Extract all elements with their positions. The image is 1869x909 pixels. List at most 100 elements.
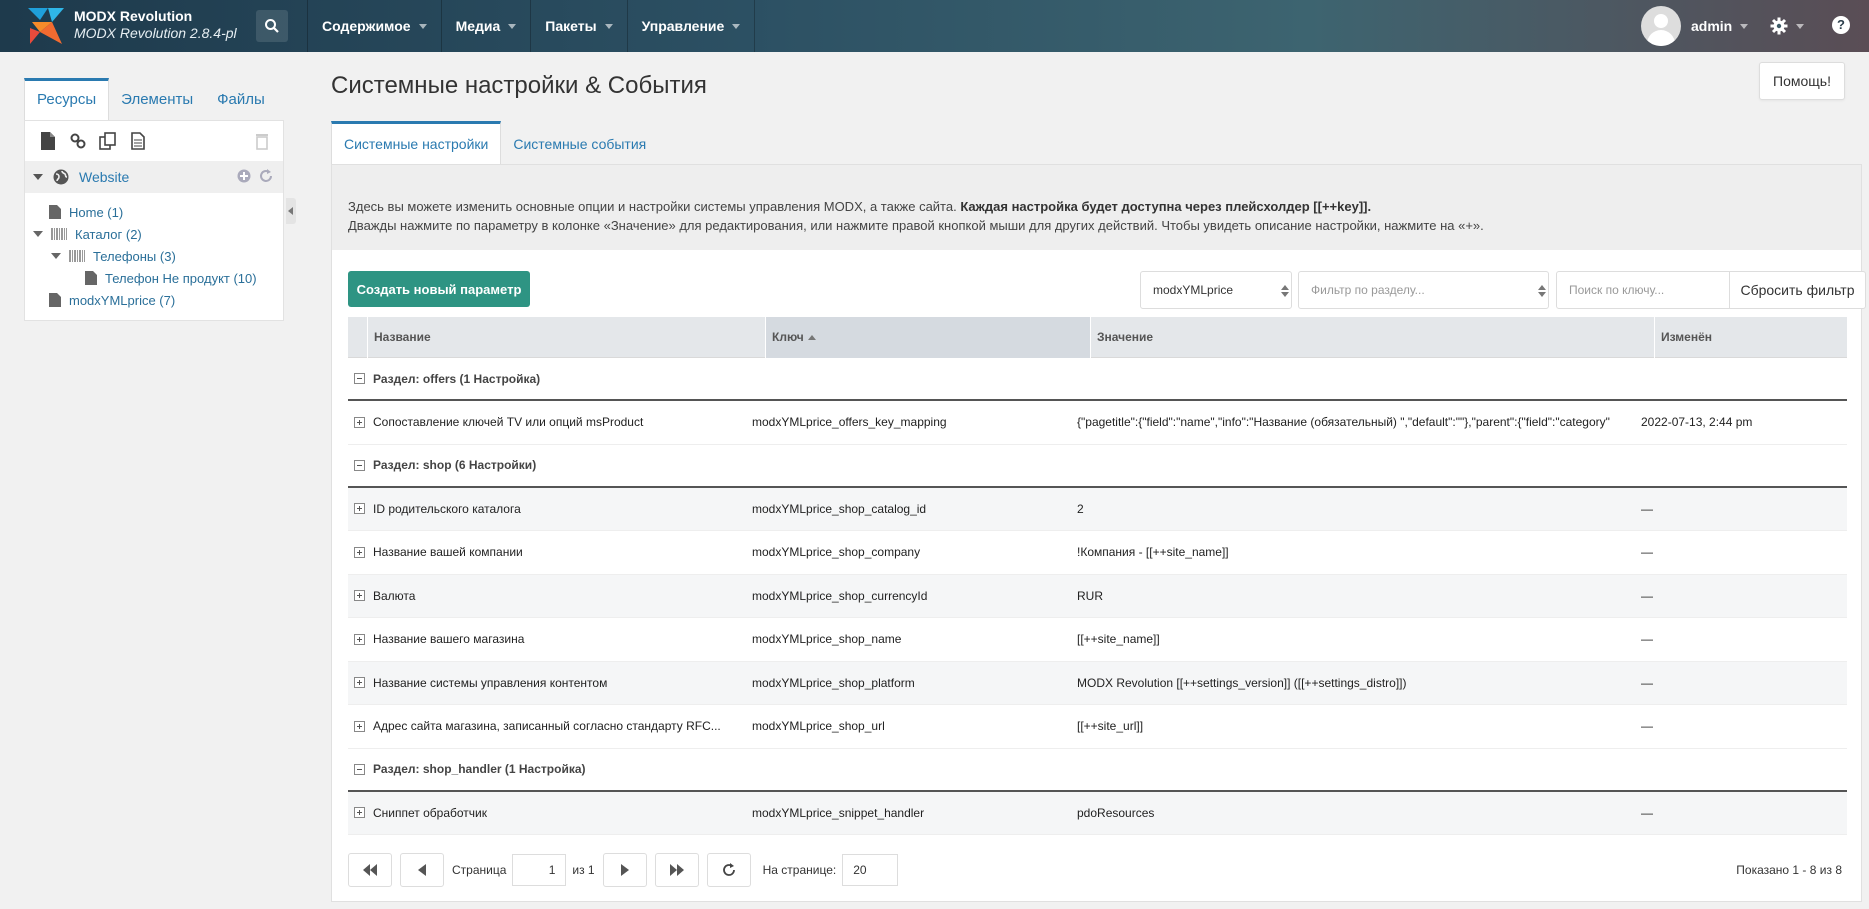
table-row[interactable]: Название системы управления контентом mo… xyxy=(348,661,1847,705)
collapse-icon[interactable] xyxy=(354,459,365,471)
resource-tree-panel: Ресурсы Элементы Файлы Website Home (1) … xyxy=(24,78,296,321)
refresh-icon[interactable] xyxy=(259,169,273,183)
next-page-button[interactable] xyxy=(602,853,647,887)
search-button[interactable] xyxy=(256,10,288,42)
new-document-icon[interactable] xyxy=(39,131,57,151)
expand-icon[interactable] xyxy=(354,416,365,428)
cell-name-text: Название вашей компании xyxy=(373,545,523,560)
modx-logo[interactable] xyxy=(26,6,66,46)
first-page-button[interactable] xyxy=(348,853,392,887)
namespace-select[interactable]: modxYMLprice xyxy=(1140,271,1292,309)
top-bar: MODX Revolution MODX Revolution 2.8.4-pl… xyxy=(0,0,1869,52)
cell-value[interactable]: {"pagetitle":{"field":"name","info":"Наз… xyxy=(1071,415,1635,429)
column-value[interactable]: Значение xyxy=(1091,317,1655,358)
tree-node-catalog[interactable]: Каталог (2) xyxy=(25,223,283,245)
expand-icon[interactable] xyxy=(354,590,365,602)
tab-resources[interactable]: Ресурсы xyxy=(24,78,110,120)
page-number-input[interactable]: 1 xyxy=(512,854,567,886)
group-header-offers[interactable]: Раздел: offers (1 Настройка) xyxy=(348,358,1847,401)
namespace-value: modxYMLprice xyxy=(1153,283,1234,297)
cell-edited: — xyxy=(1641,719,1653,734)
nav-manage[interactable]: Управление xyxy=(626,0,756,52)
document-icon xyxy=(85,271,97,285)
cell-value[interactable]: 2 xyxy=(1071,502,1635,516)
expand-icon[interactable] xyxy=(354,633,365,645)
cell-key: modxYMLprice_shop_currencyId xyxy=(752,588,928,603)
cell-name: Название системы управления контентом xyxy=(348,676,746,690)
table-row[interactable]: Сопоставление ключей TV или опций msProd… xyxy=(348,401,1847,445)
expand-icon[interactable] xyxy=(354,546,365,558)
last-page-button[interactable] xyxy=(654,853,699,887)
category-barcode-icon xyxy=(69,250,85,262)
cell-edited: — xyxy=(1641,545,1653,560)
cell-name-text: ID родительского каталога xyxy=(373,501,521,516)
group-header-shop[interactable]: Раздел: shop (6 Настройки) xyxy=(348,444,1847,488)
area-filter-select[interactable]: Фильтр по разделу... xyxy=(1298,271,1549,309)
column-name[interactable]: Название xyxy=(368,317,766,358)
cell-value[interactable]: RUR xyxy=(1071,589,1635,603)
tree-node-modxymlprice[interactable]: modxYMLprice (7) xyxy=(25,289,283,311)
expand-icon[interactable] xyxy=(354,807,365,819)
main-nav: Содержимое Медиа Пакеты Управление xyxy=(307,0,756,52)
weblink-icon[interactable] xyxy=(69,131,87,151)
chevron-down-icon xyxy=(418,23,427,29)
expand-arrow-icon[interactable] xyxy=(33,231,43,237)
cell-value[interactable]: !Компания - [[++site_name]] xyxy=(1071,545,1635,559)
collapse-sidebar-handle[interactable] xyxy=(286,198,296,224)
add-icon[interactable] xyxy=(237,169,251,183)
symlink-icon[interactable] xyxy=(99,131,117,151)
collapse-icon[interactable] xyxy=(354,763,365,775)
chevron-down-icon xyxy=(508,23,517,29)
key-search-input[interactable]: Поиск по ключу... xyxy=(1556,271,1730,309)
static-resource-icon[interactable] xyxy=(129,131,147,151)
expand-icon[interactable] xyxy=(354,503,365,515)
cell-value[interactable]: MODX Revolution [[++settings_version]] (… xyxy=(1071,676,1635,690)
tree-body: Website Home (1) Каталог (2) Телефоны (3… xyxy=(24,120,284,321)
column-edited[interactable]: Изменён xyxy=(1655,317,1847,358)
group-header-shop-handler[interactable]: Раздел: shop_handler (1 Настройка) xyxy=(348,748,1847,792)
cell-name: Сопоставление ключей TV или опций msProd… xyxy=(348,415,746,429)
refresh-button[interactable] xyxy=(706,853,751,887)
table-row[interactable]: Валюта modxYMLprice_shop_currencyId RUR … xyxy=(348,574,1847,618)
cell-value[interactable]: [[++site_name]] xyxy=(1071,632,1635,646)
description-line-1: Здесь вы можете изменить основные опции … xyxy=(348,199,957,214)
trash-icon[interactable] xyxy=(253,131,271,151)
help-icon[interactable]: ? xyxy=(1832,16,1850,34)
tab-elements[interactable]: Элементы xyxy=(109,78,205,120)
cell-edited: — xyxy=(1641,632,1653,647)
tab-files[interactable]: Файлы xyxy=(205,78,277,120)
nav-packages[interactable]: Пакеты xyxy=(530,0,626,52)
help-button[interactable]: Помощь! xyxy=(1759,62,1845,100)
tab-system-events[interactable]: Системные события xyxy=(501,121,658,165)
tree-root-website[interactable]: Website xyxy=(25,161,283,193)
user-menu[interactable]: admin xyxy=(1641,6,1749,46)
tree-node-phone-not-product[interactable]: Телефон Не продукт (10) xyxy=(25,267,283,289)
tree-node-phones[interactable]: Телефоны (3) xyxy=(25,245,283,267)
prev-page-button[interactable] xyxy=(400,853,444,887)
tab-system-settings[interactable]: Системные настройки xyxy=(331,121,502,165)
nav-content[interactable]: Содержимое xyxy=(307,0,441,52)
table-row[interactable]: Адрес сайта магазина, записанный согласн… xyxy=(348,705,1847,749)
expand-icon[interactable] xyxy=(354,677,365,689)
expand-arrow-icon[interactable] xyxy=(51,253,61,259)
page-of-label: из 1 xyxy=(572,863,595,877)
column-key[interactable]: Ключ xyxy=(766,317,1091,358)
cell-value[interactable]: pdoResources xyxy=(1071,806,1635,820)
settings-grid: Название Ключ Значение Изменён Раздел: o… xyxy=(348,317,1847,835)
table-row[interactable]: ID родительского каталога modxYMLprice_s… xyxy=(348,487,1847,531)
per-page-input[interactable]: 20 xyxy=(842,854,899,886)
nav-media[interactable]: Медиа xyxy=(440,0,531,52)
globe-icon xyxy=(53,169,69,185)
expand-icon[interactable] xyxy=(354,720,365,732)
table-row[interactable]: Название вашей компании modxYMLprice_sho… xyxy=(348,531,1847,575)
reset-filter-button[interactable]: Сбросить фильтр xyxy=(1730,271,1866,309)
settings-menu[interactable] xyxy=(1770,14,1810,38)
table-row[interactable]: Сниппет обработчик modxYMLprice_snippet_… xyxy=(348,791,1847,835)
table-row[interactable]: Название вашего магазина modxYMLprice_sh… xyxy=(348,618,1847,662)
double-arrow-left-icon xyxy=(363,864,377,876)
cell-value[interactable]: [[++site_url]] xyxy=(1071,719,1635,733)
create-setting-button[interactable]: Создать новый параметр xyxy=(348,271,530,307)
tree-node-home[interactable]: Home (1) xyxy=(25,201,283,223)
collapse-icon[interactable] xyxy=(354,373,365,384)
expand-arrow-icon[interactable] xyxy=(33,174,43,180)
